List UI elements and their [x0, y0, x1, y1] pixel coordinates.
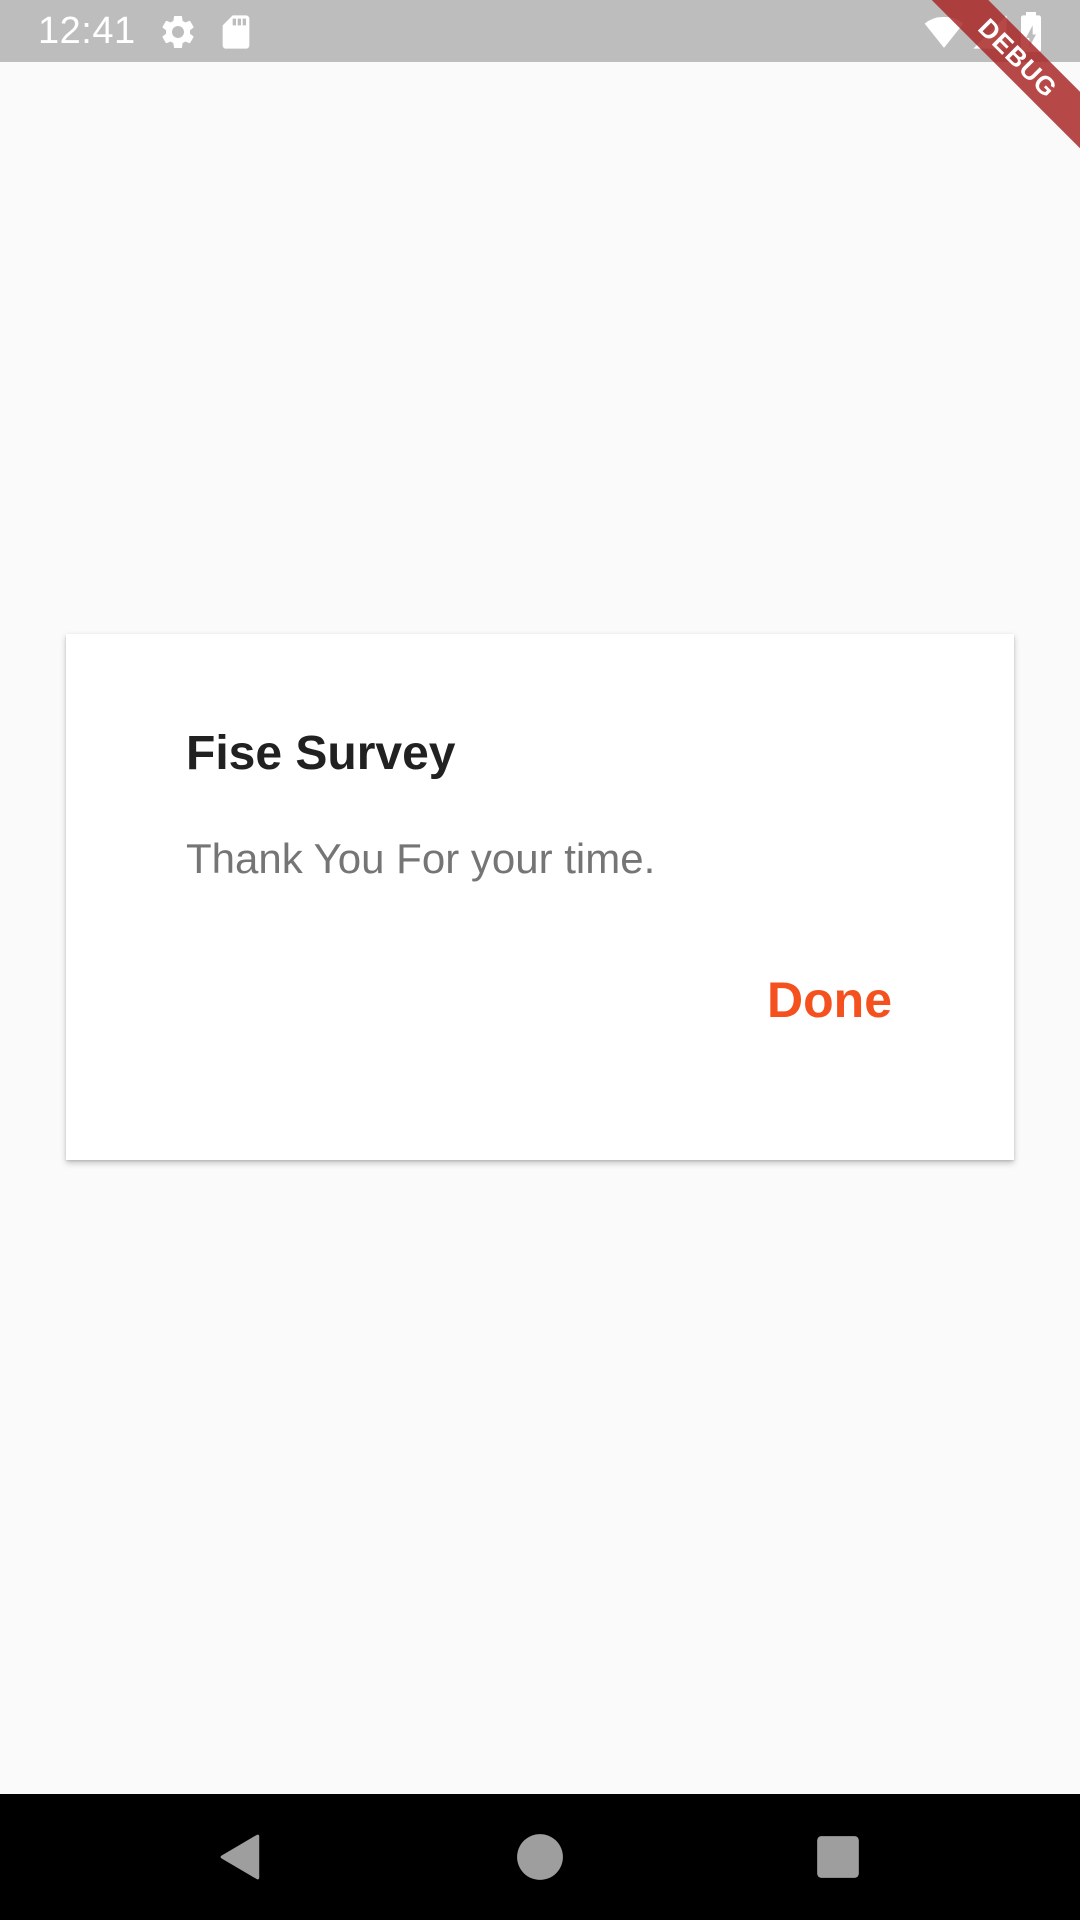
- navigation-bar: [0, 1794, 1080, 1920]
- sd-card-icon: [216, 12, 256, 52]
- signal-icon: [970, 12, 1010, 52]
- survey-dialog: Fise Survey Thank You For your time. Don…: [66, 634, 1014, 1160]
- status-bar: 12:41: [0, 0, 1080, 62]
- dialog-title: Fise Survey: [186, 727, 456, 780]
- battery-charging-icon: [1014, 12, 1048, 52]
- done-button[interactable]: Done: [763, 970, 896, 1030]
- recents-icon[interactable]: [813, 1832, 863, 1882]
- status-time: 12:41: [38, 10, 136, 52]
- app-screen: 12:41 DEBUG Fise Survey Thank You For yo…: [0, 0, 1080, 1920]
- back-icon[interactable]: [216, 1832, 266, 1882]
- settings-icon: [158, 12, 198, 52]
- dialog-message: Thank You For your time.: [186, 835, 656, 882]
- wifi-icon: [922, 12, 966, 52]
- home-icon[interactable]: [515, 1832, 565, 1882]
